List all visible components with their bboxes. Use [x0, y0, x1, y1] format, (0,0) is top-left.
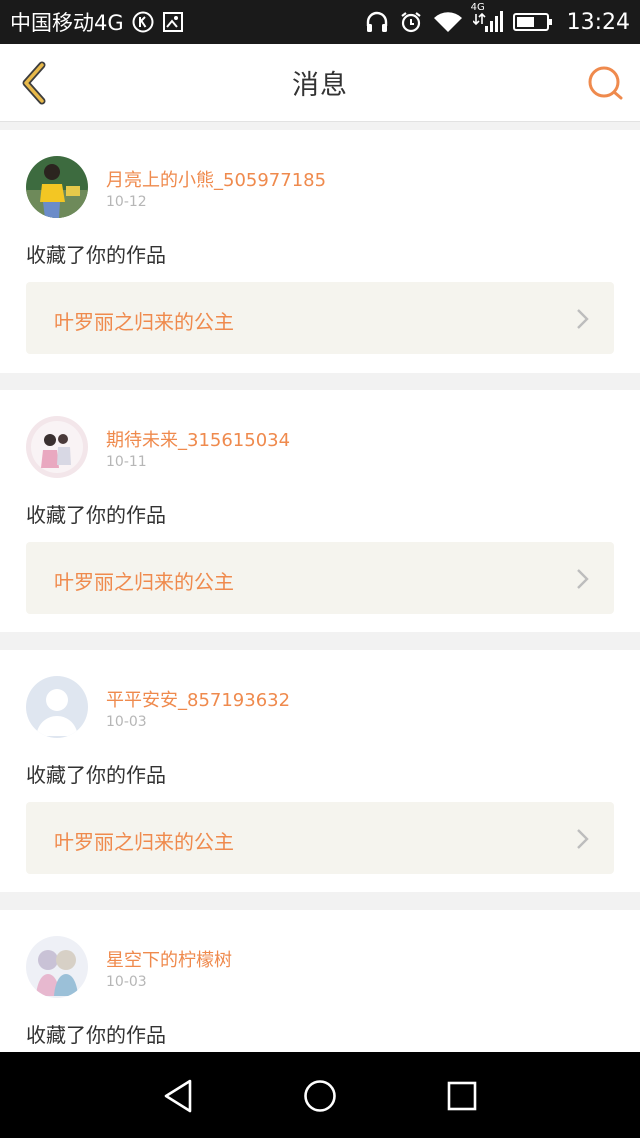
message-card: 月亮上的小熊_505977185 10-12 收藏了你的作品 叶罗丽之归来的公主 — [0, 130, 640, 373]
avatar[interactable] — [26, 416, 88, 478]
username[interactable]: 月亮上的小熊_505977185 — [106, 166, 326, 192]
default-user-icon[interactable] — [26, 676, 88, 738]
chevron-left-icon — [22, 61, 46, 105]
message-date: 10-03 — [106, 714, 147, 730]
header-bar: 消息 — [0, 44, 640, 122]
username[interactable]: 平平安安_857193632 — [106, 686, 290, 712]
username[interactable]: 期待未来_315615034 — [106, 426, 290, 452]
system-recents-button[interactable] — [440, 1074, 484, 1118]
message-date: 10-12 — [106, 194, 147, 210]
action-text: 收藏了你的作品 — [26, 763, 166, 787]
signal-icon: 4G — [471, 2, 503, 34]
work-link[interactable]: 叶罗丽之归来的公主 — [26, 282, 614, 354]
carrier-label: 中国移动4G — [10, 11, 124, 35]
chevron-right-icon — [577, 829, 589, 849]
back-triangle-icon — [164, 1079, 192, 1113]
work-title: 叶罗丽之归来的公主 — [54, 570, 234, 594]
action-text: 收藏了你的作品 — [26, 243, 166, 267]
chevron-right-icon — [577, 569, 589, 589]
message-list[interactable]: 月亮上的小熊_505977185 10-12 收藏了你的作品 叶罗丽之归来的公主… — [0, 130, 640, 1052]
image-icon — [162, 11, 184, 33]
message-date: 10-11 — [106, 454, 147, 470]
message-date: 10-03 — [106, 974, 147, 990]
username[interactable]: 星空下的柠檬树 — [106, 946, 232, 972]
chevron-right-icon — [577, 309, 589, 329]
search-button[interactable] — [584, 62, 626, 104]
search-icon — [588, 66, 623, 100]
wifi-icon — [433, 10, 463, 34]
home-circle-icon — [304, 1080, 336, 1112]
work-title: 叶罗丽之归来的公主 — [54, 830, 234, 854]
headphones-icon — [365, 11, 389, 33]
avatar[interactable] — [26, 936, 88, 998]
action-text: 收藏了你的作品 — [26, 1023, 166, 1047]
avatar[interactable] — [26, 156, 88, 218]
system-back-button[interactable] — [156, 1074, 200, 1118]
recents-square-icon — [447, 1081, 477, 1111]
message-card: 平平安安_857193632 10-03 收藏了你的作品 叶罗丽之归来的公主 — [0, 650, 640, 892]
alarm-icon — [399, 10, 423, 34]
clock: 13:24 — [566, 9, 630, 35]
message-card: 星空下的柠檬树 10-03 收藏了你的作品 — [0, 910, 640, 1052]
status-bar: 中国移动4G 4G 13:24 — [0, 0, 640, 44]
work-title: 叶罗丽之归来的公主 — [54, 310, 234, 334]
back-button[interactable] — [14, 60, 54, 106]
battery-icon — [512, 11, 553, 33]
message-card: 期待未来_315615034 10-11 收藏了你的作品 叶罗丽之归来的公主 — [0, 390, 640, 632]
work-link[interactable]: 叶罗丽之归来的公主 — [26, 542, 614, 614]
action-text: 收藏了你的作品 — [26, 503, 166, 527]
work-link[interactable]: 叶罗丽之归来的公主 — [26, 802, 614, 874]
system-navigation-bar — [0, 1052, 640, 1138]
system-home-button[interactable] — [298, 1074, 342, 1118]
network-badge: 4G — [470, 2, 485, 13]
k-circle-icon — [132, 11, 154, 33]
page-title: 消息 — [292, 70, 348, 101]
